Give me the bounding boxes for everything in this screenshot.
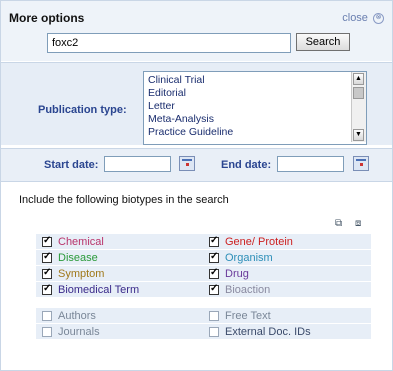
end-date-label: End date: (221, 159, 272, 171)
checkbox[interactable] (209, 326, 219, 337)
biotype-label: Journals (58, 325, 100, 338)
panel-title: More options (9, 11, 85, 25)
checkbox[interactable] (42, 251, 52, 263)
biotype-label: Biomedical Term (58, 283, 140, 296)
biotype-row: Biomedical Term Bioaction (36, 282, 371, 298)
checkbox[interactable] (209, 235, 219, 247)
start-date-label: Start date: (44, 159, 99, 171)
more-options-panel: More options close ⊗ Search Publication … (0, 0, 393, 371)
biotype-symptom[interactable]: Symptom (42, 266, 104, 281)
biotype-row: Symptom Drug (36, 266, 371, 282)
checkbox[interactable] (42, 235, 52, 247)
start-date-calendar-icon[interactable] (179, 156, 195, 171)
publication-option[interactable]: Clinical Trial (148, 74, 205, 86)
checkbox[interactable] (42, 267, 52, 279)
header: More options close ⊗ Search (1, 1, 392, 61)
biotype-label: Organism (225, 251, 273, 264)
biotype-gene-protein[interactable]: Gene/ Protein (209, 234, 293, 249)
listbox-scrollbar[interactable]: ▲ ▼ (351, 72, 366, 142)
publication-type-label: Publication type: (38, 104, 127, 116)
biotype-external-doc-ids[interactable]: External Doc. IDs (209, 324, 311, 339)
biotype-label: Gene/ Protein (225, 235, 293, 248)
biotype-biomedical-term[interactable]: Biomedical Term (42, 282, 139, 297)
deselect-all-icon[interactable]: ⧈ (355, 218, 367, 229)
close-icon: ⊗ (373, 12, 384, 24)
biotypes-intro: Include the following biotypes in the se… (19, 194, 229, 206)
scroll-thumb[interactable] (353, 87, 364, 99)
biotype-organism[interactable]: Organism (209, 250, 273, 265)
close-link[interactable]: close ⊗ (342, 12, 384, 24)
checkbox[interactable] (209, 267, 219, 279)
end-date-calendar-icon[interactable] (353, 156, 369, 171)
select-all-icon[interactable]: ⧉ (335, 218, 347, 229)
biotype-label: External Doc. IDs (225, 325, 311, 338)
biotype-label: Authors (58, 309, 96, 322)
biotype-row: Authors Free Text (36, 308, 371, 324)
biotype-label: Chemical (58, 235, 104, 248)
end-date-input[interactable] (277, 156, 344, 172)
biotype-journals[interactable]: Journals (42, 324, 100, 339)
biotype-chemical[interactable]: Chemical (42, 234, 104, 249)
biotype-bioaction[interactable]: Bioaction (209, 282, 270, 297)
checkbox[interactable] (209, 283, 219, 295)
biotype-free-text[interactable]: Free Text (209, 308, 271, 323)
biotype-row: Journals External Doc. IDs (36, 324, 371, 340)
biotype-drug[interactable]: Drug (209, 266, 249, 281)
publication-option[interactable]: Meta-Analysis (148, 113, 214, 125)
biotype-label: Free Text (225, 309, 271, 322)
checkbox[interactable] (209, 310, 219, 321)
search-input[interactable] (47, 33, 291, 53)
publication-option[interactable]: Letter (148, 100, 175, 112)
search-button[interactable]: Search (296, 33, 350, 51)
biotype-row: Disease Organism (36, 250, 371, 266)
biotype-label: Bioaction (225, 283, 271, 296)
biotype-disease[interactable]: Disease (42, 250, 98, 265)
biotype-label: Disease (58, 251, 98, 264)
scroll-up-icon[interactable]: ▲ (353, 73, 364, 85)
biotype-row: Chemical Gene/ Protein (36, 234, 371, 250)
publication-option[interactable]: Editorial (148, 87, 186, 99)
biotype-authors[interactable]: Authors (42, 308, 96, 323)
biotype-label: Symptom (58, 267, 105, 280)
close-label: close (342, 12, 368, 24)
checkbox[interactable] (42, 310, 52, 321)
publication-option[interactable]: Practice Guideline (148, 126, 233, 138)
start-date-input[interactable] (104, 156, 171, 172)
checkbox[interactable] (209, 251, 219, 263)
biotype-label: Drug (225, 267, 249, 280)
checkbox[interactable] (42, 283, 52, 295)
scroll-down-icon[interactable]: ▼ (353, 129, 364, 141)
checkbox[interactable] (42, 326, 52, 337)
publication-type-listbox[interactable]: Clinical Trial Editorial Letter Meta-Ana… (143, 71, 367, 145)
date-range-section: Start date: End date: (1, 148, 392, 182)
